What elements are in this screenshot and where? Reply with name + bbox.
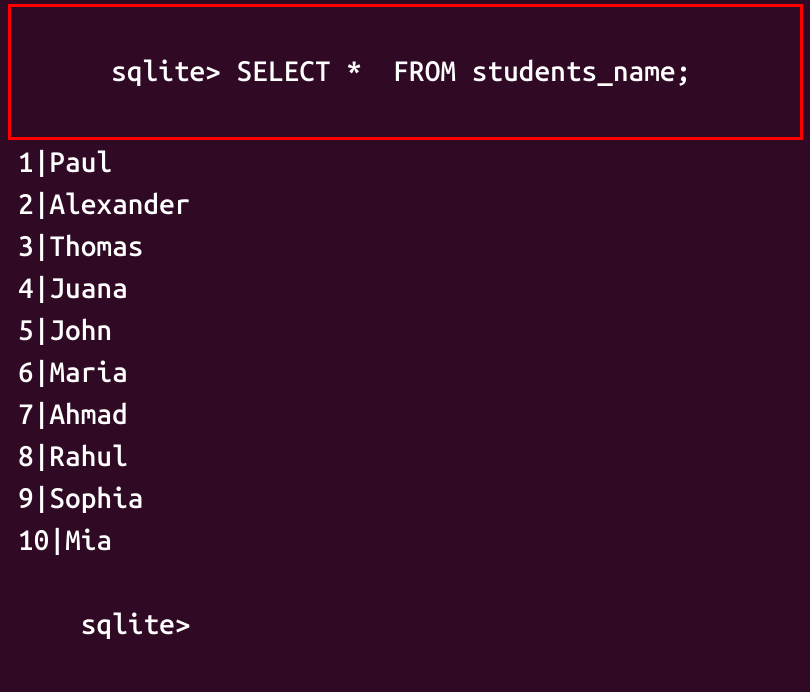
separator: |	[34, 399, 50, 430]
sqlite-prompt-end: sqlite>	[81, 609, 191, 640]
separator: |	[34, 189, 50, 220]
row-id: 5	[18, 315, 34, 346]
result-row: 1|Paul	[8, 142, 802, 184]
separator: |	[34, 357, 50, 388]
row-id: 3	[18, 231, 34, 262]
row-name: Sophia	[49, 483, 143, 514]
row-name: Ahmad	[49, 399, 127, 430]
separator: |	[34, 441, 50, 472]
row-id: 7	[18, 399, 34, 430]
row-name: Juana	[49, 273, 127, 304]
sql-query: SELECT * FROM students_name;	[237, 56, 692, 87]
row-name: Rahul	[49, 441, 127, 472]
highlighted-command: sqlite> SELECT * FROM students_name;	[8, 4, 803, 140]
query-results: 1|Paul2|Alexander3|Thomas4|Juana5|John6|…	[8, 142, 802, 562]
space	[221, 56, 237, 87]
result-row: 8|Rahul	[8, 436, 802, 478]
row-name: John	[49, 315, 112, 346]
terminal-window: sqlite> SELECT * FROM students_name; 1|P…	[0, 0, 810, 692]
separator: |	[34, 147, 50, 178]
result-row: 3|Thomas	[8, 226, 802, 268]
cursor	[191, 614, 203, 640]
row-name: Thomas	[49, 231, 143, 262]
result-row: 2|Alexander	[8, 184, 802, 226]
separator: |	[34, 273, 50, 304]
separator: |	[34, 231, 50, 262]
final-prompt-line[interactable]: sqlite>	[8, 562, 802, 688]
row-id: 4	[18, 273, 34, 304]
row-id: 6	[18, 357, 34, 388]
row-name: Maria	[49, 357, 127, 388]
row-name: Paul	[49, 147, 112, 178]
row-id: 2	[18, 189, 34, 220]
separator: |	[34, 483, 50, 514]
sqlite-prompt: sqlite>	[111, 56, 221, 87]
row-name: Alexander	[49, 189, 190, 220]
result-row: 6|Maria	[8, 352, 802, 394]
row-name: Mia	[65, 525, 112, 556]
result-row: 5|John	[8, 310, 802, 352]
separator: |	[34, 315, 50, 346]
result-row: 10|Mia	[8, 520, 802, 562]
row-id: 8	[18, 441, 34, 472]
result-row: 7|Ahmad	[8, 394, 802, 436]
row-id: 10	[18, 525, 49, 556]
row-id: 9	[18, 483, 34, 514]
separator: |	[49, 525, 65, 556]
result-row: 4|Juana	[8, 268, 802, 310]
row-id: 1	[18, 147, 34, 178]
